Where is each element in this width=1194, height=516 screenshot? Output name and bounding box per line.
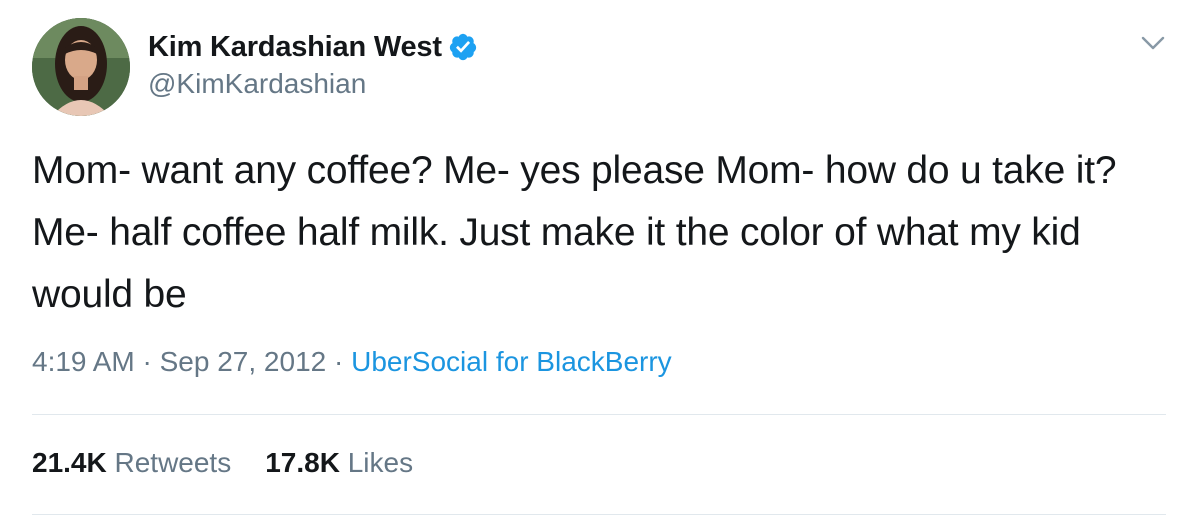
- meta-separator: ·: [134, 346, 160, 377]
- tweet-date[interactable]: Sep 27, 2012: [160, 346, 327, 377]
- tweet-time[interactable]: 4:19 AM: [32, 346, 135, 377]
- tweet-card: Kim Kardashian West @KimKardashian Mom- …: [0, 0, 1194, 516]
- likes-stat[interactable]: 17.8K Likes: [265, 447, 413, 479]
- divider: [32, 414, 1166, 415]
- tweet-stats: 21.4K Retweets 17.8K Likes: [32, 447, 447, 479]
- retweets-count: 21.4K: [32, 447, 107, 478]
- likes-label: Likes: [339, 447, 414, 478]
- author-handle[interactable]: @KimKardashian: [148, 68, 366, 100]
- avatar-image: [32, 18, 130, 116]
- author-display-name[interactable]: Kim Kardashian West: [148, 31, 442, 64]
- retweets-stat[interactable]: 21.4K Retweets: [32, 447, 231, 479]
- tweet-source-link[interactable]: UberSocial for BlackBerry: [351, 346, 672, 377]
- chevron-down-icon[interactable]: [1138, 30, 1168, 56]
- avatar[interactable]: [32, 18, 130, 116]
- meta-separator: ·: [326, 346, 352, 377]
- divider: [32, 514, 1166, 515]
- retweets-label: Retweets: [106, 447, 232, 478]
- author-name-row[interactable]: Kim Kardashian West: [148, 30, 478, 64]
- tweet-text: Mom- want any coffee? Me- yes please Mom…: [32, 149, 1117, 316]
- verified-badge-icon: [448, 32, 478, 62]
- tweet-meta: 4:19 AM · Sep 27, 2012 · UberSocial for …: [32, 346, 672, 378]
- likes-count: 17.8K: [265, 447, 340, 478]
